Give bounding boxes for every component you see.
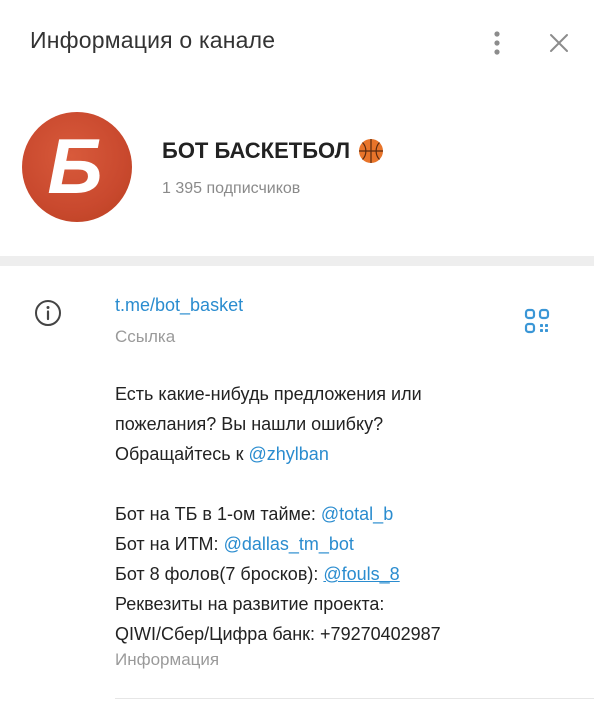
description-line: Бот на ИТМ: @dallas_tm_bot xyxy=(115,529,555,559)
close-button[interactable] xyxy=(542,26,576,60)
info-section: t.me/bot_basket Ссылка Есть какие-нибудь… xyxy=(0,266,594,703)
description-text: Бот на ИТМ: xyxy=(115,534,224,554)
description-line: Бот 8 фолов(7 бросков): @fouls_8 xyxy=(115,559,555,589)
qr-code-icon xyxy=(524,308,550,334)
avatar-letter: Б xyxy=(47,122,103,210)
qr-code-button[interactable] xyxy=(522,306,552,336)
description-line: QIWI/Сбер/Цифра банк: +79270402987 xyxy=(115,624,441,644)
more-options-button[interactable] xyxy=(480,26,514,60)
description-line: пожелания? Вы нашли ошибку? xyxy=(115,414,384,434)
channel-name-text: БОТ БАСКЕТБОЛ xyxy=(162,138,351,163)
description-line: Обращайтесь к @zhylban xyxy=(115,439,555,469)
link-label: Ссылка xyxy=(115,327,176,346)
close-icon xyxy=(550,34,568,52)
channel-description: Есть какие-нибудь предложения или пожела… xyxy=(115,379,555,649)
section-divider xyxy=(0,256,594,266)
description-line: Есть какие-нибудь предложения или xyxy=(115,384,422,404)
mention-total-b-link[interactable]: @total_b xyxy=(321,504,393,524)
panel-header: Информация о канале xyxy=(0,0,594,88)
bottom-divider xyxy=(115,698,594,699)
panel-title: Информация о канале xyxy=(30,27,276,53)
description-text: Бот 8 фолов(7 бросков): xyxy=(115,564,324,584)
description-line: Реквезиты на развитие проекта: xyxy=(115,594,385,614)
subscriber-count: 1 395 подписчиков xyxy=(162,180,301,197)
basketball-icon xyxy=(359,139,384,163)
channel-link[interactable]: t.me/bot_basket xyxy=(115,295,243,316)
description-text: Обращайтесь к xyxy=(115,444,249,464)
mention-fouls-8-link[interactable]: @fouls_8 xyxy=(323,564,399,584)
more-vertical-icon xyxy=(494,31,500,55)
channel-profile: Б БОТ БАСКЕТБОЛ 1 395 подписчиков xyxy=(0,88,594,248)
mention-dallas-tm-bot-link[interactable]: @dallas_tm_bot xyxy=(224,534,354,554)
info-icon xyxy=(35,300,61,326)
description-blank-line xyxy=(115,469,555,499)
description-label: Информация xyxy=(115,650,220,669)
channel-name: БОТ БАСКЕТБОЛ xyxy=(162,138,384,164)
mention-zhylban-link[interactable]: @zhylban xyxy=(249,444,329,464)
avatar[interactable]: Б xyxy=(22,112,132,222)
description-line: Бот на ТБ в 1-ом тайме: @total_b xyxy=(115,499,555,529)
description-text: Бот на ТБ в 1-ом тайме: xyxy=(115,504,321,524)
